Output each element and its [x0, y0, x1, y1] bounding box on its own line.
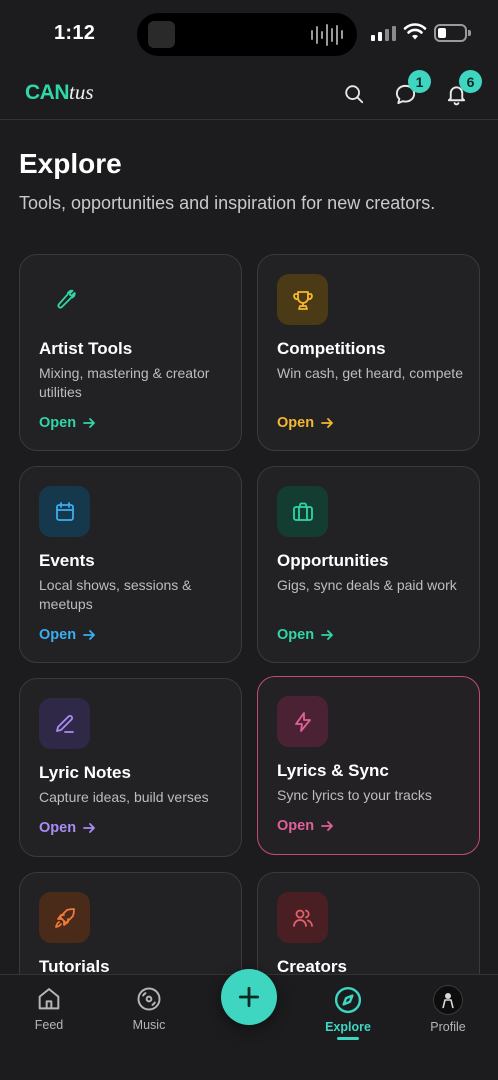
open-label: Open: [39, 415, 77, 431]
card-icon-box: [277, 696, 328, 747]
search-icon: [345, 85, 364, 104]
now-playing-artwork: [148, 21, 175, 48]
audio-waveform-icon: [311, 23, 343, 46]
card-icon-box: [277, 892, 328, 943]
card-lyrics-sync[interactable]: Lyrics & Sync Sync lyrics to your tracks…: [257, 676, 480, 855]
card-title: Lyrics & Sync: [277, 761, 389, 780]
card-opportunities[interactable]: Opportunities Gigs, sync deals & paid wo…: [257, 466, 480, 663]
card-description: Capture ideas, build verses: [39, 789, 209, 805]
wrench-icon: [57, 289, 76, 308]
open-label: Open: [277, 415, 315, 431]
card-description: Local shows, sessions & meetups: [39, 577, 192, 612]
arrow-right-icon: [83, 630, 95, 640]
page-title: Explore: [19, 148, 122, 179]
card-title: Opportunities: [277, 551, 389, 570]
card-icon-box: [39, 486, 90, 537]
arrow-right-icon: [321, 418, 333, 428]
wifi-icon: [403, 22, 427, 46]
users-icon: [292, 909, 313, 927]
card-competitions[interactable]: Competitions Win cash, get heard, compet…: [257, 254, 480, 451]
calendar-icon: [55, 501, 74, 521]
messages-button[interactable]: 1: [389, 70, 431, 110]
card-icon-box: [277, 486, 328, 537]
card-open-link[interactable]: Open: [39, 627, 96, 643]
arrow-right-icon: [83, 418, 95, 428]
arrow-right-icon: [321, 821, 333, 831]
nav-label: Profile: [430, 1020, 466, 1034]
rocket-icon: [54, 907, 75, 928]
compass-icon: [334, 986, 362, 1014]
avatar: [433, 985, 463, 1015]
card-description: Gigs, sync deals & paid work: [277, 577, 457, 593]
app-logo[interactable]: CANtus: [25, 80, 94, 105]
card-open-link[interactable]: Open: [39, 415, 96, 431]
app-header: CANtus 1 6: [0, 66, 498, 120]
card-description: Mixing, mastering & creator utilities: [39, 365, 210, 400]
cellular-signal-icon: [371, 25, 396, 41]
messages-badge: 1: [408, 70, 431, 93]
trophy-icon: [292, 290, 313, 310]
open-label: Open: [277, 627, 315, 643]
card-artist-tools[interactable]: Artist Tools Mixing, mastering & creator…: [19, 254, 242, 451]
card-title: Lyric Notes: [39, 763, 131, 782]
logo-text-primary: CAN: [25, 81, 70, 104]
card-title: Competitions: [277, 339, 386, 358]
arrow-right-icon: [83, 823, 95, 833]
vinyl-record-icon: [137, 987, 161, 1011]
plus-icon: [238, 986, 260, 1008]
card-icon-box: [39, 698, 90, 749]
nav-music[interactable]: Music: [104, 985, 194, 1032]
active-indicator: [337, 1037, 359, 1040]
status-bar: 1:12: [0, 0, 498, 66]
briefcase-icon: [292, 502, 313, 521]
notifications-button[interactable]: 6: [440, 70, 482, 110]
lightning-icon: [294, 711, 311, 732]
battery-level: [438, 28, 446, 38]
status-time: 1:12: [54, 22, 96, 44]
search-button[interactable]: [338, 78, 370, 110]
card-open-link[interactable]: Open: [39, 820, 96, 836]
nav-label: Music: [132, 1018, 166, 1032]
open-label: Open: [277, 818, 315, 834]
nav-label: Explore: [325, 1020, 371, 1034]
pen-icon: [55, 714, 74, 733]
home-icon: [38, 988, 60, 1010]
card-lyric-notes[interactable]: Lyric Notes Capture ideas, build verses …: [19, 678, 242, 857]
logo-text-secondary: tus: [69, 80, 94, 104]
card-description: Sync lyrics to your tracks: [277, 787, 432, 803]
battery-icon: [434, 24, 471, 42]
card-title: Events: [39, 551, 95, 570]
nav-feed[interactable]: Feed: [4, 985, 94, 1032]
card-open-link[interactable]: Open: [277, 818, 334, 834]
nav-profile[interactable]: Profile: [403, 985, 493, 1034]
arrow-right-icon: [321, 630, 333, 640]
card-icon-box: [39, 274, 90, 325]
profile-picture-icon: [442, 993, 454, 1009]
create-button[interactable]: [221, 969, 277, 1025]
nav-explore[interactable]: Explore: [303, 985, 393, 1040]
card-title: Artist Tools: [39, 339, 133, 358]
dynamic-island: [137, 13, 357, 56]
notifications-badge: 6: [459, 70, 482, 93]
page-subtitle: Tools, opportunities and inspiration for…: [19, 193, 436, 213]
card-events[interactable]: Events Local shows, sessions & meetups O…: [19, 466, 242, 663]
card-open-link[interactable]: Open: [277, 415, 334, 431]
card-icon-box: [277, 274, 328, 325]
card-open-link[interactable]: Open: [277, 627, 334, 643]
card-description: Win cash, get heard, compete: [277, 365, 463, 381]
nav-label: Feed: [34, 1018, 64, 1032]
open-label: Open: [39, 820, 77, 836]
card-icon-box: [39, 892, 90, 943]
open-label: Open: [39, 627, 77, 643]
